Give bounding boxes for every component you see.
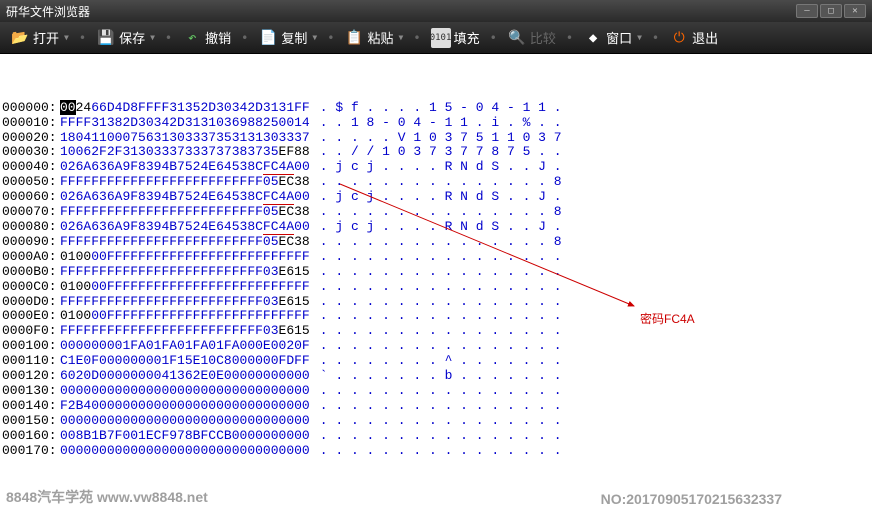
hex-row[interactable]: 000120: 6020 D000 0000 0413 62E0 E000 00…	[2, 369, 870, 384]
window-icon: ◆	[583, 28, 603, 48]
chevron-down-icon: ▼	[64, 33, 69, 42]
hex-row[interactable]: 000020: 1804 1100 0756 3130 3337 3531 31…	[2, 131, 870, 146]
fill-button[interactable]: 0101 填充	[427, 26, 484, 50]
close-button[interactable]: ✕	[844, 4, 866, 18]
hex-row[interactable]: 000170: 0000 0000 0000 0000 0000 0000 00…	[2, 444, 870, 459]
save-icon: 💾	[96, 28, 116, 48]
hex-row[interactable]: 000130: 0000 0000 0000 0000 0000 0000 00…	[2, 384, 870, 399]
open-button[interactable]: 📂 打开 ▼	[6, 26, 73, 50]
toolbar: 📂 打开 ▼ • 💾 保存 ▼ • ↶ 撤销 • 📄 复制 ▼ • 📋 粘贴 ▼…	[0, 22, 872, 54]
save-button[interactable]: 💾 保存 ▼	[92, 26, 159, 50]
copy-icon: 📄	[258, 28, 278, 48]
maximize-button[interactable]: □	[820, 4, 842, 18]
paste-button[interactable]: 📋 粘贴 ▼	[340, 26, 407, 50]
hex-row[interactable]: 000010: FFFF 3138 2D30 342D 3131 0369 88…	[2, 116, 870, 131]
hex-row[interactable]: 000060: 026A 636A 9F83 94B7 524E 6453 8C…	[2, 190, 870, 205]
compare-icon: 🔍	[507, 28, 527, 48]
hex-row[interactable]: 000050: FFFF FFFF FFFF FFFF FFFF FFFF FF…	[2, 175, 870, 190]
hex-row[interactable]: 0000B0: FFFF FFFF FFFF FFFF FFFF FFFF FF…	[2, 265, 870, 280]
folder-open-icon: 📂	[10, 28, 30, 48]
window-title: 研华文件浏览器	[6, 3, 90, 20]
hex-row[interactable]: 000000: 0024 66D4 D8FF FF31 352D 3034 2D…	[2, 101, 870, 116]
chevron-down-icon: ▼	[637, 33, 642, 42]
hex-row[interactable]: 000100: 0000 0000 1FA0 1FA0 1FA0 1FA0 00…	[2, 339, 870, 354]
hex-row[interactable]: 0000C0: 0100 00FF FFFF FFFF FFFF FFFF FF…	[2, 280, 870, 295]
titlebar: 研华文件浏览器 — □ ✕	[0, 0, 872, 22]
hex-row[interactable]: 000070: FFFF FFFF FFFF FFFF FFFF FFFF FF…	[2, 205, 870, 220]
hex-row[interactable]: 000080: 026A 636A 9F83 94B7 524E 6453 8C…	[2, 220, 870, 235]
minimize-button[interactable]: —	[796, 4, 818, 18]
hex-row[interactable]: 000140: F2B4 0000 0000 0000 0000 0000 00…	[2, 399, 870, 414]
paste-icon: 📋	[344, 28, 364, 48]
window-button[interactable]: ◆ 窗口 ▼	[579, 26, 646, 50]
hex-row[interactable]: 000090: FFFF FFFF FFFF FFFF FFFF FFFF FF…	[2, 235, 870, 250]
hex-row[interactable]: 0000D0: FFFF FFFF FFFF FFFF FFFF FFFF FF…	[2, 295, 870, 310]
password-annotation: 密码FC4A	[640, 312, 695, 327]
hex-row[interactable]: 0000A0: 0100 00FF FFFF FFFF FFFF FFFF FF…	[2, 250, 870, 265]
undo-icon: ↶	[182, 28, 202, 48]
compare-button[interactable]: 🔍 比较	[503, 26, 560, 50]
hex-row[interactable]: 0000E0: 0100 00FF FFFF FFFF FFFF FFFF FF…	[2, 309, 870, 324]
window-controls: — □ ✕	[796, 4, 866, 18]
watermark-left: 8848汽车学苑 www.vw8848.net	[6, 487, 208, 507]
exit-button[interactable]: ⏻ 退出	[665, 26, 722, 50]
hex-row[interactable]: 000040: 026A 636A 9F83 94B7 524E 6453 8C…	[2, 160, 870, 175]
chevron-down-icon: ▼	[399, 33, 404, 42]
power-icon: ⏻	[669, 28, 689, 48]
undo-button[interactable]: ↶ 撤销	[178, 26, 235, 50]
hex-row[interactable]: 000110: C1E0 F000 0000 01F1 5E10 C800 00…	[2, 354, 870, 369]
hex-row[interactable]: 000160: 008B 1B7F 001E CF97 8BFC CB00 00…	[2, 429, 870, 444]
fill-icon: 0101	[431, 28, 451, 48]
hex-editor[interactable]: 密码FC4A 000000: 0024 66D4 D8FF FF31 352D …	[0, 54, 872, 460]
hex-row[interactable]: 000030: 1006 2F2F 3130 3337 3337 3738 37…	[2, 145, 870, 160]
chevron-down-icon: ▼	[150, 33, 155, 42]
watermark-right: NO:20170905170215632337	[601, 491, 782, 507]
copy-button[interactable]: 📄 复制 ▼	[254, 26, 321, 50]
chevron-down-icon: ▼	[312, 33, 317, 42]
hex-row[interactable]: 0000F0: FFFF FFFF FFFF FFFF FFFF FFFF FF…	[2, 324, 870, 339]
hex-row[interactable]: 000150: 0000 0000 0000 0000 0000 0000 00…	[2, 414, 870, 429]
